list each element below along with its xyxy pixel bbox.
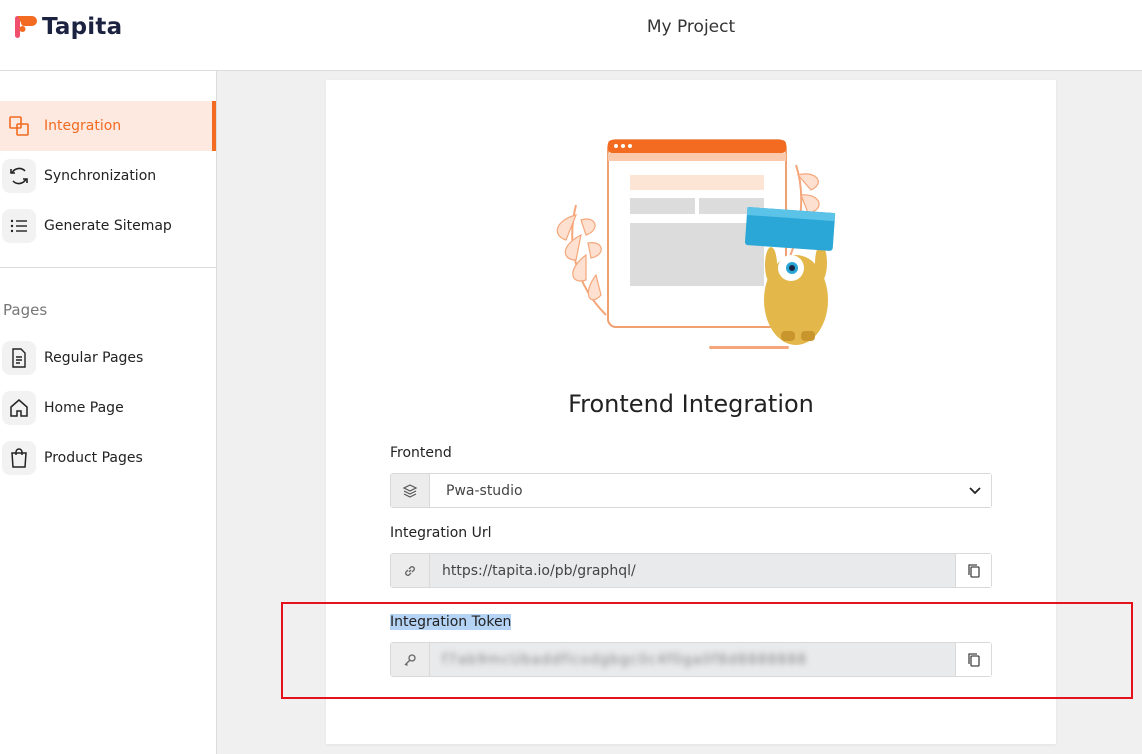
link-icon bbox=[391, 554, 430, 587]
chevron-down-icon bbox=[969, 486, 981, 494]
frontend-label: Frontend bbox=[390, 445, 452, 461]
sidebar-item-home-page[interactable]: Home Page bbox=[0, 383, 216, 433]
top-bar: Tapita My Project bbox=[0, 0, 1142, 71]
integration-url-label: Integration Url bbox=[390, 525, 492, 541]
sidebar-item-label: Regular Pages bbox=[44, 350, 144, 366]
list-icon bbox=[2, 209, 36, 243]
integration-illustration bbox=[546, 135, 846, 355]
sidebar-item-synchronization[interactable]: Synchronization bbox=[0, 151, 216, 201]
sidebar-item-label: Product Pages bbox=[44, 450, 143, 466]
sidebar-item-regular-pages[interactable]: Regular Pages bbox=[0, 333, 216, 383]
document-icon bbox=[2, 341, 36, 375]
copy-url-button[interactable] bbox=[955, 554, 991, 587]
sidebar-item-label: Home Page bbox=[44, 400, 124, 416]
page-title: My Project bbox=[0, 17, 1142, 37]
shopping-bag-icon bbox=[2, 441, 36, 475]
sync-icon bbox=[2, 159, 36, 193]
sidebar-item-generate-sitemap[interactable]: Generate Sitemap bbox=[0, 201, 216, 251]
home-icon bbox=[2, 391, 36, 425]
integration-icon bbox=[2, 109, 36, 143]
sidebar-item-product-pages[interactable]: Product Pages bbox=[0, 433, 216, 483]
integration-url-field: https://tapita.io/pb/graphql/ bbox=[390, 553, 992, 588]
copy-icon bbox=[967, 563, 980, 578]
highlight-annotation-box bbox=[281, 602, 1133, 699]
sidebar: Integration Synchronization Generate Sit… bbox=[0, 71, 217, 754]
project-title-text: My Project bbox=[646, 17, 736, 37]
sidebar-item-label: Integration bbox=[44, 118, 122, 134]
pages-section-label: Pages bbox=[3, 301, 48, 319]
card-title: Frontend Integration bbox=[568, 390, 814, 418]
sidebar-item-label: Generate Sitemap bbox=[44, 218, 172, 234]
frontend-select-value[interactable]: Pwa-studio bbox=[430, 474, 991, 507]
integration-url-value[interactable]: https://tapita.io/pb/graphql/ bbox=[430, 554, 955, 587]
frontend-select[interactable]: Pwa-studio bbox=[390, 473, 992, 508]
layers-icon bbox=[391, 474, 430, 507]
sidebar-item-label: Synchronization bbox=[44, 168, 157, 184]
frontend-selected-text: Pwa-studio bbox=[446, 482, 523, 499]
sidebar-divider bbox=[0, 267, 216, 268]
sidebar-item-integration[interactable]: Integration bbox=[0, 101, 216, 151]
